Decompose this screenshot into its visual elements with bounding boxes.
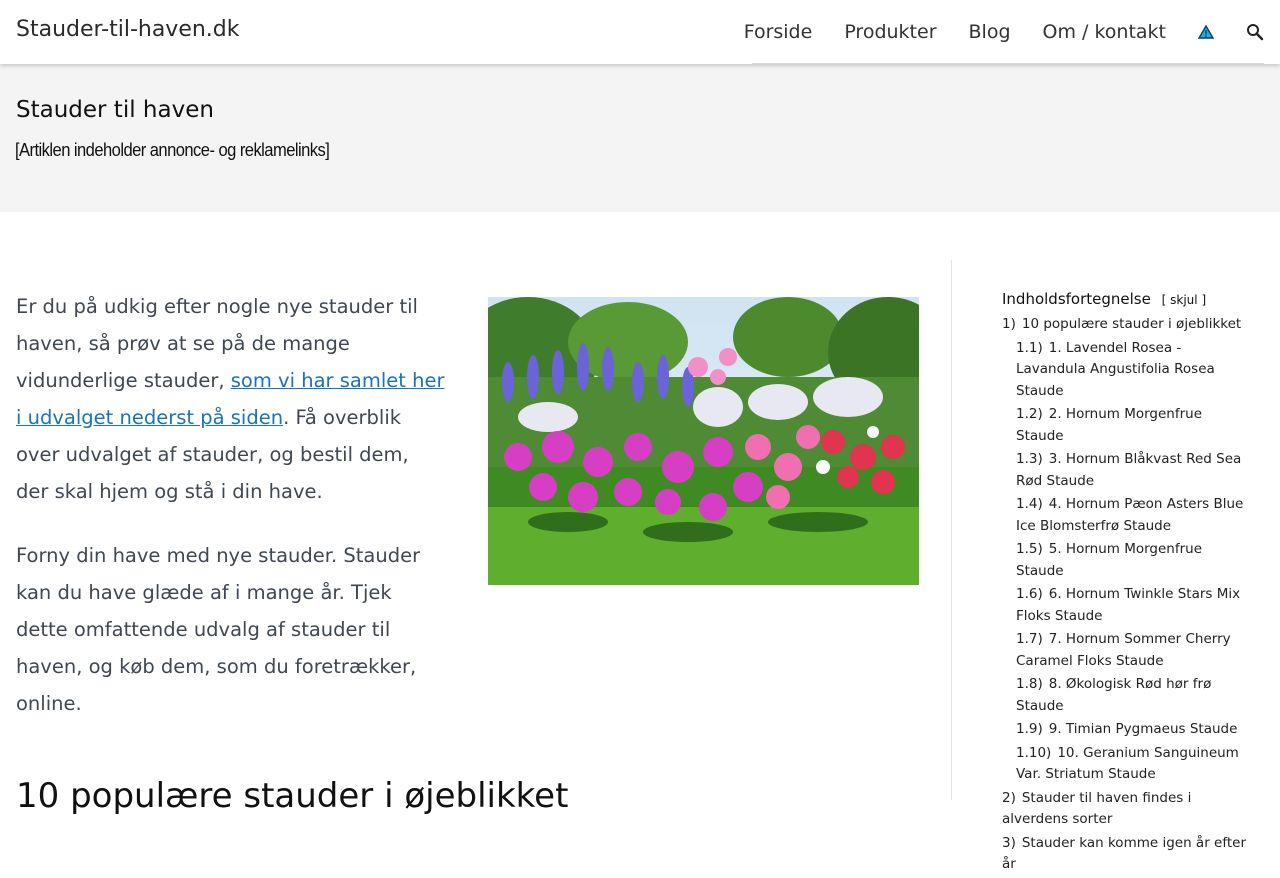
nav-item-om-kontakt[interactable]: Om / kontakt xyxy=(1043,21,1166,43)
toc-item[interactable]: 3) Stauder kan komme igen år efter år xyxy=(1002,833,1252,876)
toc-item-label[interactable]: 9. Timian Pygmaeus Staude xyxy=(1049,721,1238,737)
toc-item-label[interactable]: 1. Lavendel Rosea - Lavandula Angustifol… xyxy=(1016,340,1215,399)
search-icon[interactable] xyxy=(1246,23,1264,41)
toc-item[interactable]: 1.5) 5. Hornum Morgenfrue Staude xyxy=(1002,539,1252,582)
nav-underline xyxy=(752,63,1264,64)
toc-item[interactable]: 1.2) 2. Hornum Morgenfrue Staude xyxy=(1002,404,1252,447)
toc-item[interactable]: 1.1) 1. Lavendel Rosea - Lavandula Angust… xyxy=(1002,338,1252,403)
toc-item-number: 1.8) xyxy=(1016,676,1043,692)
toc-item-number: 2) xyxy=(1002,789,1016,806)
toc-toggle-label[interactable]: skjul xyxy=(1170,293,1197,307)
toc-item[interactable]: 1.7) 7. Hornum Sommer Cherry Caramel Flok… xyxy=(1002,629,1252,672)
toc-item[interactable]: 1.9) 9. Timian Pygmaeus Staude xyxy=(1002,719,1252,741)
site-title-link[interactable]: Stauder-til-haven.dk xyxy=(16,17,240,42)
toc-toggle[interactable]: [ skjul ] xyxy=(1162,293,1207,307)
toc-item[interactable]: 1.10) 10. Geranium Sanguineum Var. Striat… xyxy=(1002,743,1252,786)
toc-item-label[interactable]: Stauder til haven findes i alverdens sor… xyxy=(1002,790,1191,828)
toc-item-label[interactable]: 6. Hornum Twinkle Stars Mix Floks Staude xyxy=(1016,586,1240,624)
main-nav: Forside Produkter Blog Om / kontakt xyxy=(712,0,1264,64)
toc-item[interactable]: 1.8) 8. Økologisk Rød hør frø Staude xyxy=(1002,674,1252,717)
toc-item-number: 3) xyxy=(1002,834,1016,851)
toc-item-label[interactable]: 8. Økologisk Rød hør frø Staude xyxy=(1016,676,1211,714)
toc-item[interactable]: 1.4) 4. Hornum Pæon Asters Blue Ice Bloms… xyxy=(1002,494,1252,537)
toc-item[interactable]: 2) Stauder til haven findes i alverdens s… xyxy=(1002,788,1252,831)
warning-icon[interactable] xyxy=(1198,25,1214,39)
toc-item-label[interactable]: 10 populære stauder i øjeblikket xyxy=(1022,316,1241,332)
toc-item-number: 1.10) xyxy=(1016,744,1052,761)
flower-garden-image xyxy=(488,297,919,585)
toc-item-label[interactable]: 7. Hornum Sommer Cherry Caramel Floks St… xyxy=(1016,631,1231,669)
toc-item[interactable]: 1) 10 populære stauder i øjeblikket xyxy=(1002,314,1252,336)
toc-header: Indholdsfortegnelse [ skjul ] xyxy=(1002,290,1252,308)
second-paragraph: Forny din have med nye stauder. Stauder … xyxy=(16,544,421,715)
toc-title: Indholdsfortegnelse xyxy=(1002,290,1151,308)
toc-item-number: 1.2) xyxy=(1016,406,1043,422)
toc-item-label[interactable]: 3. Hornum Blåkvast Red Sea Rød Staude xyxy=(1016,451,1241,489)
nav-item-produkter[interactable]: Produkter xyxy=(844,21,936,43)
toc-item-label[interactable]: 2. Hornum Morgenfrue Staude xyxy=(1016,406,1202,444)
section-heading: 10 populære stauder i øjeblikket xyxy=(16,776,569,816)
article-content: Er du på udkig efter nogle nye stauder t… xyxy=(16,288,446,749)
intro-paragraph: Er du på udkig efter nogle nye stauder t… xyxy=(16,288,446,510)
toc-item-number: 1.9) xyxy=(1016,721,1043,737)
toc-item-label[interactable]: Stauder kan komme igen år efter år xyxy=(1002,835,1246,873)
page-title: Stauder til haven xyxy=(16,97,214,123)
toc-item[interactable]: 1.6) 6. Hornum Twinkle Stars Mix Floks St… xyxy=(1002,584,1252,627)
toc-item-number: 1.3) xyxy=(1016,451,1043,467)
nav-item-blog[interactable]: Blog xyxy=(969,21,1011,43)
toc-toggle-close: ] xyxy=(1201,293,1207,307)
toc-item-number: 1.6) xyxy=(1016,586,1043,602)
toc-toggle-open: [ xyxy=(1161,293,1167,307)
toc-item-number: 1.4) xyxy=(1016,496,1043,512)
ad-notice: [Artiklen indeholder annonce- og reklame… xyxy=(15,140,330,160)
toc-item-label[interactable]: 4. Hornum Pæon Asters Blue Ice Blomsterf… xyxy=(1016,496,1243,534)
toc-item-label[interactable]: 5. Hornum Morgenfrue Staude xyxy=(1016,541,1202,579)
toc-item-number: 1.5) xyxy=(1016,541,1043,557)
toc-list: 1) 10 populære stauder i øjeblikket 1.1) 1.… xyxy=(1002,314,1252,876)
sidebar-divider xyxy=(951,260,952,800)
nav-item-forside[interactable]: Forside xyxy=(744,21,813,43)
toc-item[interactable]: 1.3) 3. Hornum Blåkvast Red Sea Rød Staud… xyxy=(1002,449,1252,492)
toc-item-number: 1.1) xyxy=(1016,339,1043,356)
page-hero: Stauder til haven [Artiklen indeholder a… xyxy=(0,64,1280,212)
toc-item-number: 1.7) xyxy=(1016,631,1043,647)
toc-item-number: 1) xyxy=(1002,316,1016,332)
table-of-contents: Indholdsfortegnelse [ skjul ] 1) 10 popul… xyxy=(1002,290,1252,878)
top-navigation-bar: Stauder-til-haven.dk Forside Produkter B… xyxy=(0,0,1280,64)
